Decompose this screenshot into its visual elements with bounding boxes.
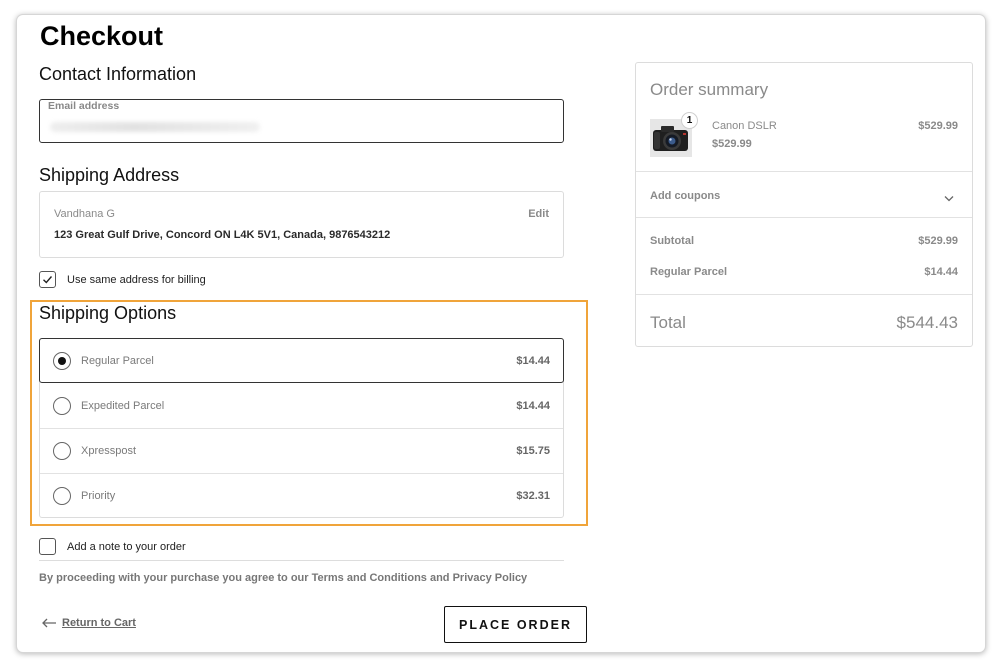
page-title: Checkout (40, 21, 164, 51)
subtotal-value: $529.99 (918, 235, 958, 247)
email-value-redacted (50, 122, 260, 132)
contact-section-title: Contact Information (39, 64, 197, 84)
shipping-options-title: Shipping Options (39, 303, 177, 323)
add-coupons-toggle[interactable]: Add coupons (650, 190, 720, 202)
product-unit-price: $529.99 (712, 138, 752, 150)
return-to-cart-label: Return to Cart (62, 617, 136, 630)
option-name: Expedited Parcel (81, 400, 165, 412)
address-line: 123 Great Gulf Drive, Concord ON L4K 5V1… (54, 229, 391, 241)
checkmark-icon (43, 276, 53, 284)
option-price: $15.75 (516, 445, 550, 457)
radio-button-selected[interactable] (53, 352, 71, 370)
terms-text: By proceeding with your purchase you agr… (39, 572, 528, 584)
shipping-cost-label: Regular Parcel (650, 266, 728, 278)
return-to-cart-link[interactable]: Return to Cart (41, 617, 136, 629)
shipping-option-xpresspost[interactable]: Xpresspost $15.75 (40, 429, 563, 474)
option-price: $14.44 (516, 400, 550, 412)
divider (39, 560, 564, 561)
option-price: $14.44 (516, 355, 550, 367)
checkout-window: Checkout Contact Information Email addre… (17, 15, 985, 652)
arrow-left-icon (42, 618, 56, 628)
divider (636, 294, 972, 295)
subtotal-label: Subtotal (650, 235, 694, 247)
order-note-checkbox[interactable] (39, 538, 56, 555)
chevron-down-icon[interactable] (944, 189, 954, 207)
radio-button[interactable] (53, 442, 71, 460)
shipping-options-list: Regular Parcel $14.44 Expedited Parcel $… (39, 338, 564, 518)
shipping-option-priority[interactable]: Priority $32.31 (40, 474, 563, 519)
address-card: Vandhana G Edit 123 Great Gulf Drive, Co… (39, 191, 564, 258)
order-summary-title: Order summary (650, 80, 769, 99)
same-billing-checkbox[interactable] (39, 271, 56, 288)
same-billing-label: Use same address for billing (67, 274, 206, 286)
order-note-label: Add a note to your order (67, 541, 186, 553)
total-label: Total (650, 313, 686, 332)
email-field-label: Email address (48, 100, 120, 112)
quantity-badge: 1 (681, 112, 698, 129)
product-name: Canon DSLR (712, 120, 777, 132)
divider (636, 217, 972, 218)
divider (636, 171, 972, 172)
shipping-option-regular-parcel[interactable]: Regular Parcel $14.44 (39, 338, 564, 383)
option-price: $32.31 (516, 490, 550, 502)
total-value: $544.43 (896, 313, 958, 332)
order-summary-panel: Order summary 1 Canon DSLR $529.99 $529.… (635, 62, 973, 347)
shipping-address-title: Shipping Address (39, 165, 180, 185)
radio-button[interactable] (53, 487, 71, 505)
place-order-button[interactable]: PLACE ORDER (444, 606, 587, 643)
edit-address-button[interactable]: Edit (528, 208, 549, 220)
shipping-cost-value: $14.44 (924, 266, 958, 278)
address-name: Vandhana G (54, 208, 115, 220)
option-name: Regular Parcel (81, 355, 154, 367)
option-name: Priority (81, 490, 116, 502)
product-line-total: $529.99 (918, 120, 958, 132)
email-field[interactable]: Email address (39, 99, 564, 143)
radio-button[interactable] (53, 397, 71, 415)
option-name: Xpresspost (81, 445, 137, 457)
shipping-option-expedited-parcel[interactable]: Expedited Parcel $14.44 (40, 384, 563, 429)
